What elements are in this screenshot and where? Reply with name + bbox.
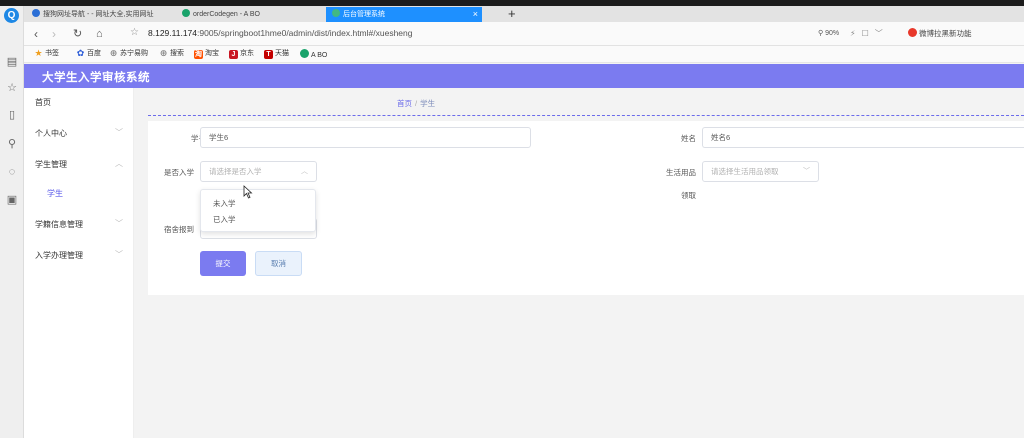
weibo-notice[interactable]: 微博拉黑新功能 <box>908 28 972 39</box>
name-input[interactable] <box>702 127 1024 148</box>
reader-icon[interactable]: ▤ <box>5 55 19 69</box>
bookmark-star-icon[interactable]: ☆ <box>130 27 139 38</box>
chevron-up-icon: ︿ <box>115 159 123 168</box>
weibo-text: 微博拉黑新功能 <box>919 29 972 38</box>
browser-tab-bar: 搜狗网址导航 - - 网址大全,实用网址 orderCodegen - A BO… <box>24 6 1024 22</box>
chevron-down-icon: ﹀ <box>803 168 810 175</box>
bookmark-item[interactable]: A BO <box>300 49 327 61</box>
bookmarks-bar: ★ 书签 ✿ 百度 ⊕ 苏宁易购 ⊕ 搜索 淘淘宝 J 京东 T 天猫 A BO <box>24 46 1024 63</box>
tmall-icon: T <box>264 50 273 59</box>
browser-logo-icon[interactable]: Q <box>4 8 19 23</box>
taobao-icon: 淘 <box>194 50 203 59</box>
browser-tab-sogou[interactable]: 搜狗网址导航 - - 网址大全,实用网址 <box>26 7 176 22</box>
chat-icon[interactable]: ◌ <box>5 165 19 179</box>
supplies-placeholder: 请选择生活用品领取 <box>711 167 779 176</box>
book-icon[interactable]: ▯ <box>5 108 19 122</box>
bookmark-item[interactable]: T 天猫 <box>264 49 289 59</box>
abo-icon <box>182 9 190 17</box>
breadcrumb-separator: / <box>415 99 418 108</box>
favorites-star-icon[interactable]: ☆ <box>5 81 19 95</box>
star-icon: ★ <box>34 48 43 58</box>
refresh-icon[interactable]: ↻ <box>73 26 82 42</box>
bookmark-item[interactable]: ⊕ 苏宁易购 <box>109 49 148 59</box>
bookmark-label: 天猫 <box>275 50 289 57</box>
cancel-button[interactable]: 取消 <box>255 251 302 276</box>
bookmark-label: 搜索 <box>170 50 184 57</box>
app-title: 大学生入学审核系统 <box>42 72 150 84</box>
sidebar-item-student[interactable]: 学生 <box>47 188 63 199</box>
sidebar-item-enrollment-info[interactable]: 学籍信息管理 <box>35 219 83 230</box>
enrolled-placeholder: 请选择是否入学 <box>209 167 262 176</box>
new-tab-button[interactable]: + <box>508 6 516 21</box>
bookmark-label: 书签 <box>45 50 59 57</box>
bookmark-item[interactable]: J 京东 <box>229 49 254 59</box>
bookmark-label: A BO <box>311 52 328 59</box>
browser-tab-ordercodegen[interactable]: orderCodegen - A BO <box>176 7 326 22</box>
jd-icon: J <box>229 50 238 59</box>
url-path: :9005/springboot1hme0/admin/dist/index.h… <box>197 28 413 38</box>
address-actions[interactable]: ⚡☐﹀ <box>850 28 889 39</box>
breadcrumb-home[interactable]: 首页 <box>397 99 412 108</box>
url-host: 8.129.11.174 <box>148 28 197 38</box>
option-enrolled[interactable]: 已入学 <box>213 214 236 225</box>
app-header: 大学生入学审核系统 <box>24 64 1024 88</box>
tab-label: 后台管理系统 <box>343 11 385 18</box>
sidebar-item-personal-center[interactable]: 个人中心 <box>35 128 67 139</box>
mouse-cursor-icon <box>243 185 253 199</box>
bookmark-label: 淘宝 <box>205 50 219 57</box>
chevron-down-icon: ﹀ <box>115 250 123 259</box>
sidebar-item-student-management[interactable]: 学生管理 <box>35 159 67 170</box>
tab-label: orderCodegen - A BO <box>193 11 260 18</box>
sidebar-item-home[interactable]: 首页 <box>35 97 51 108</box>
dorm-label: 宿舍报到 <box>164 225 194 234</box>
bookmark-item[interactable]: ★ 书签 <box>34 49 59 59</box>
abo-icon <box>300 49 309 58</box>
forward-icon[interactable]: › <box>52 26 56 42</box>
sogou-icon <box>32 9 40 17</box>
option-not-enrolled[interactable]: 未入学 <box>213 198 236 209</box>
breadcrumb-divider <box>148 115 1024 116</box>
bookmark-item[interactable]: 淘淘宝 <box>194 49 219 59</box>
chevron-down-icon: ﹀ <box>115 128 123 137</box>
search-icon[interactable]: ⚲ <box>5 137 19 151</box>
enrolled-select[interactable]: 请选择是否入学 ︿ <box>200 161 317 182</box>
zoom-value: 90% <box>825 30 840 37</box>
chevron-down-icon: ﹀ <box>115 219 123 228</box>
globe-icon: ⊕ <box>109 48 118 58</box>
bookmark-label: 苏宁易购 <box>120 50 148 57</box>
student-no-input[interactable] <box>200 127 531 148</box>
sidebar-menu: 首页 个人中心 ﹀ 学生管理 ︿ 学生 学籍信息管理 ﹀ 入学办理管理 ﹀ <box>24 88 134 438</box>
bookmark-item[interactable]: ✿ 百度 <box>76 49 101 59</box>
supplies-select[interactable]: 请选择生活用品领取 ﹀ <box>702 161 819 182</box>
supplies-label: 生活用品 <box>666 168 696 177</box>
weibo-icon <box>908 28 917 37</box>
address-bar: ‹ › ↻ ⌂ ☆ 8.129.11.174:9005/springboot1h… <box>24 22 1024 46</box>
bookmark-label: 百度 <box>87 50 101 57</box>
name-label: 姓名 <box>681 134 696 143</box>
bookmark-item[interactable]: ⊕ 搜索 <box>159 49 184 59</box>
breadcrumb: 首页 / 学生 <box>397 98 435 109</box>
home-icon[interactable]: ⌂ <box>96 26 103 42</box>
student-form-card: 学号 姓名 是否入学 请选择是否入学 ︿ 生活用品 领取 请选择生活用品领取 ﹀… <box>148 121 1024 295</box>
vue-icon <box>332 9 340 17</box>
supplies-label-cont: 领取 <box>681 191 696 200</box>
submit-button[interactable]: 提交 <box>200 251 246 276</box>
enrolled-label: 是否入学 <box>164 168 194 177</box>
main-content: 首页/学生 学号 姓名 是否入学 请选择是否入学 ︿ 生活用品 领取 请选择生活… <box>134 88 1024 438</box>
globe-icon: ⊕ <box>159 48 168 58</box>
tab-label: 搜狗网址导航 - - 网址大全,实用网址 <box>43 11 154 18</box>
notes-icon[interactable]: ▣ <box>5 193 19 207</box>
url-field[interactable]: 8.129.11.174:9005/springboot1hme0/admin/… <box>148 28 412 38</box>
browser-side-toolbar: Q ▤ ☆ ▯ ⚲ ◌ ▣ <box>0 6 24 438</box>
back-icon[interactable]: ‹ <box>34 26 38 42</box>
enrolled-dropdown: 未入学 已入学 <box>200 189 316 232</box>
baidu-icon: ✿ <box>76 48 85 58</box>
bookmark-label: 京东 <box>240 50 254 57</box>
chevron-up-icon: ︿ <box>301 168 308 175</box>
close-icon[interactable]: × <box>473 7 478 22</box>
browser-tab-admin[interactable]: 后台管理系统 × <box>326 7 482 22</box>
sidebar-item-admission-processing[interactable]: 入学办理管理 <box>35 250 83 261</box>
breadcrumb-current: 学生 <box>420 99 436 108</box>
zoom-level[interactable]: ⚲ 90% <box>818 29 839 37</box>
